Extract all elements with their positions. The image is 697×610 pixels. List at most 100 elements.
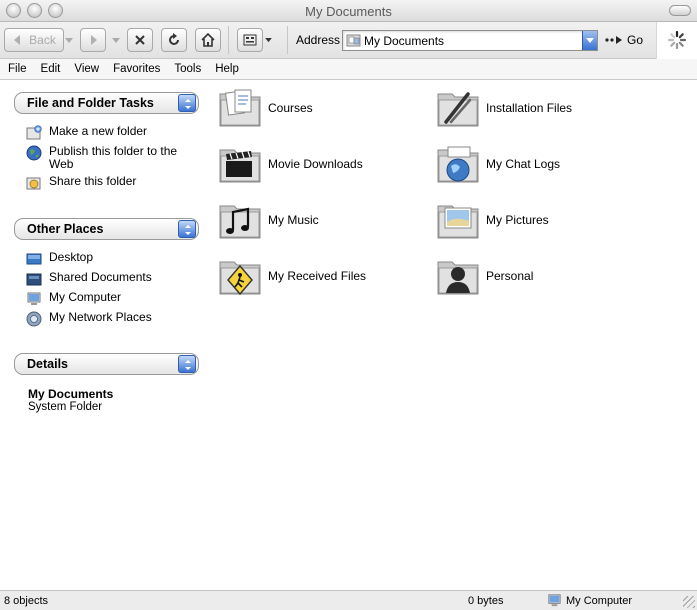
folder-small-icon (346, 34, 361, 47)
collapse-icon[interactable] (178, 94, 196, 112)
views-dropdown-icon[interactable] (265, 38, 272, 43)
folder-my-received-files[interactable]: My Received Files (218, 256, 428, 300)
status-bar: 8 objects 0 bytes My Computer (0, 590, 697, 610)
toolbar-toggle-button[interactable] (669, 5, 691, 16)
computer-icon (27, 292, 41, 305)
menu-edit[interactable]: Edit (41, 63, 61, 75)
task-label: Share this folder (49, 174, 137, 188)
folder-courses[interactable]: Courses (218, 88, 428, 132)
stop-x-icon (135, 35, 145, 45)
globe-icon (26, 145, 42, 161)
web-folder-icon (437, 146, 479, 183)
menu-bar: File Edit View Favorites Tools Help (0, 59, 697, 80)
forward-arrow-icon (91, 35, 97, 45)
task-make-folder[interactable]: Make a new folder (26, 125, 189, 141)
resize-grip[interactable] (683, 596, 695, 608)
toolbar-separator (228, 26, 229, 54)
collapse-icon[interactable] (178, 355, 196, 373)
details-name: My Documents (28, 387, 114, 401)
views-icon (243, 34, 257, 46)
folder-my-music[interactable]: My Music (218, 200, 428, 244)
folder-name: My Pictures (486, 213, 549, 227)
refresh-icon (169, 33, 179, 45)
main-area: File and Folder Tasks Make a new folder … (0, 80, 697, 590)
place-label: Shared Documents (49, 270, 152, 284)
address-label: Address (296, 33, 341, 47)
home-button[interactable] (195, 28, 221, 52)
pictures-folder-icon (437, 205, 479, 239)
collapse-icon[interactable] (178, 220, 196, 238)
person-folder-icon (437, 261, 479, 295)
place-my-computer[interactable]: My Computer (26, 291, 189, 307)
go-arrow-icon (605, 36, 622, 44)
back-dropdown-icon[interactable] (65, 38, 73, 44)
activity-spinner (656, 22, 697, 59)
network-icon (26, 311, 42, 327)
menu-file[interactable]: File (8, 63, 27, 75)
status-zone: My Computer (566, 595, 633, 607)
folder-name: Movie Downloads (268, 157, 363, 171)
details-type: System Folder (28, 401, 103, 413)
folder-name: Personal (486, 269, 534, 283)
back-arrow-icon (14, 35, 21, 45)
folder-my-pictures[interactable]: My Pictures (436, 200, 646, 244)
received-folder-icon (219, 261, 261, 296)
chevron-down-icon (586, 38, 594, 43)
spinner-icon (668, 31, 686, 49)
title-bar: My Documents (0, 0, 697, 22)
task-publish-web[interactable]: Publish this folder to the Web (26, 145, 189, 171)
shared-folder-icon (26, 273, 42, 286)
toolbar-separator (287, 26, 288, 54)
views-button[interactable] (237, 28, 263, 52)
window-title: My Documents (305, 4, 392, 19)
details-panel-header[interactable]: Details (14, 353, 199, 375)
place-label: My Network Places (49, 310, 152, 324)
folder-installation-files[interactable]: Installation Files (436, 88, 646, 132)
menu-view[interactable]: View (74, 63, 99, 75)
desktop-icon (26, 253, 42, 265)
back-label: Back (29, 33, 56, 47)
music-folder-icon (219, 205, 261, 239)
stop-button[interactable] (127, 28, 153, 52)
address-input[interactable]: My Documents (364, 34, 444, 48)
folder-my-chat-logs[interactable]: My Chat Logs (436, 144, 646, 188)
address-bar[interactable]: My Documents (342, 30, 598, 51)
folder-movie-downloads[interactable]: Movie Downloads (218, 144, 428, 188)
tasks-panel-title: File and Folder Tasks (27, 96, 154, 110)
folder-name: My Music (268, 213, 319, 227)
status-objects: 8 objects (4, 595, 49, 607)
go-label: Go (627, 33, 644, 47)
share-folder-icon (26, 177, 41, 190)
menu-favorites[interactable]: Favorites (113, 63, 160, 75)
home-icon (201, 33, 215, 47)
forward-button[interactable] (80, 28, 106, 52)
back-button[interactable]: Back (4, 28, 64, 52)
menu-tools[interactable]: Tools (174, 63, 201, 75)
place-shared-documents[interactable]: Shared Documents (26, 271, 189, 287)
tools-folder-icon (437, 92, 479, 127)
task-label: Publish this folder to the Web (49, 144, 178, 171)
movie-folder-icon (219, 149, 261, 183)
folder-name: Courses (268, 101, 313, 115)
places-panel-title: Other Places (27, 222, 104, 236)
forward-dropdown-icon[interactable] (112, 38, 120, 44)
go-button[interactable]: Go (605, 31, 643, 49)
menu-help[interactable]: Help (215, 63, 239, 75)
status-size: 0 bytes (468, 595, 504, 607)
folder-name: My Received Files (268, 269, 367, 283)
folder-personal[interactable]: Personal (436, 256, 646, 300)
address-dropdown-button[interactable] (582, 31, 597, 50)
refresh-button[interactable] (161, 28, 187, 52)
places-panel-header[interactable]: Other Places (14, 218, 199, 240)
task-label: Make a new folder (49, 124, 148, 138)
computer-icon (548, 594, 561, 607)
documents-folder-icon (219, 89, 261, 127)
place-desktop[interactable]: Desktop (26, 251, 189, 267)
place-network[interactable]: My Network Places (26, 311, 189, 327)
folder-name: My Chat Logs (486, 157, 561, 171)
tasks-panel-header[interactable]: File and Folder Tasks (14, 92, 199, 114)
task-share-folder[interactable]: Share this folder (26, 175, 189, 191)
details-panel-title: Details (27, 357, 68, 371)
toolbar: Back Address My Documents Go (0, 22, 697, 59)
folder-name: Installation Files (486, 101, 573, 115)
